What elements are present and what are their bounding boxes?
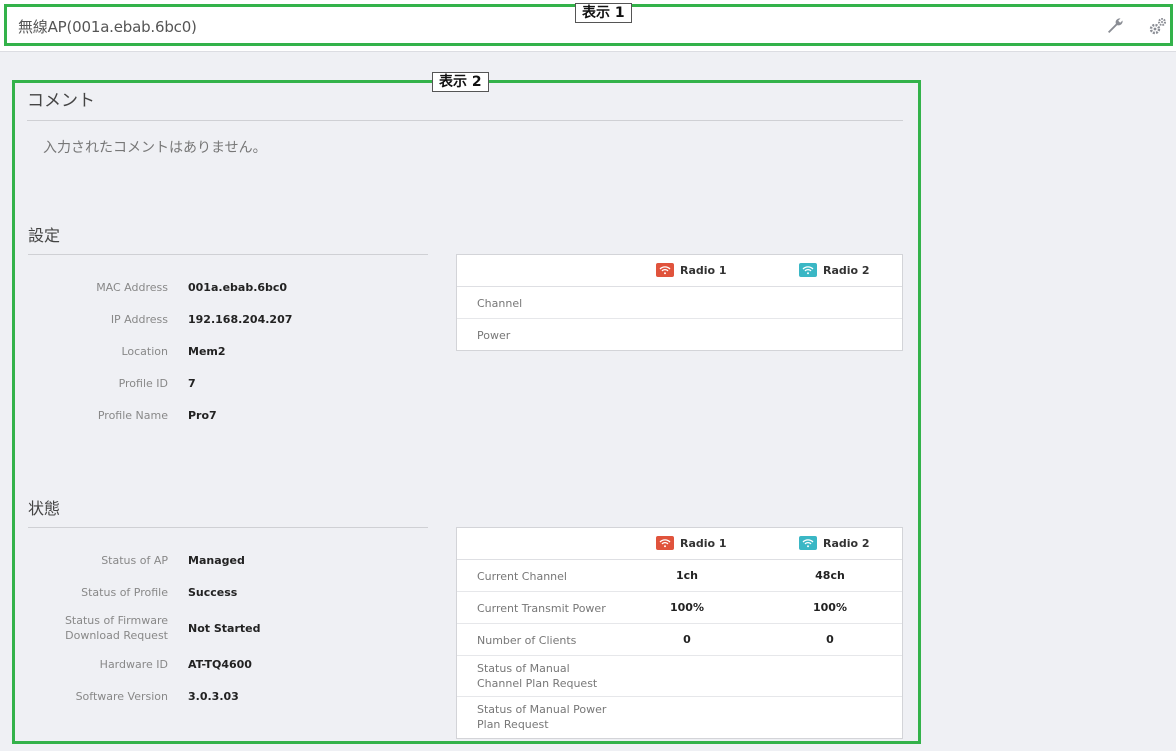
comment-text: 入力されたコメントはありません。 — [43, 140, 267, 156]
status-of-ap-label: Status of AP — [101, 554, 168, 567]
radio-table-header: Radio 1 Radio 2 — [457, 528, 902, 560]
radio-1-label: Radio 1 — [680, 536, 727, 550]
wifi-icon — [799, 263, 817, 277]
table-row: Current Transmit Power 100% 100% — [457, 592, 902, 624]
comment-heading: コメント — [27, 91, 95, 111]
radio-2-power-value: 100% — [813, 601, 847, 614]
table-row: Number of Clients 0 0 — [457, 624, 902, 656]
status-of-ap-value: Managed — [188, 554, 245, 567]
profile-name-label: Profile Name — [97, 409, 168, 422]
table-row: Channel — [457, 287, 902, 319]
divider — [28, 254, 428, 255]
profile-id-label: Profile ID — [118, 377, 168, 390]
callout-label-1: 表示 1 — [575, 3, 632, 23]
firmware-status-label: Status of Firmware Download Request — [64, 614, 168, 642]
settings-heading: 設定 — [28, 226, 61, 245]
location-value: Mem2 — [188, 345, 226, 358]
radio-1-header: Radio 1 — [656, 263, 727, 277]
radio-1-clients-value: 0 — [683, 633, 691, 646]
firmware-status-value: Not Started — [188, 622, 261, 635]
radio-1-label: Radio 1 — [680, 263, 727, 277]
hardware-id-label: Hardware ID — [99, 658, 168, 671]
software-version-value: 3.0.3.03 — [188, 690, 239, 703]
transmit-power-label: Current Transmit Power — [477, 602, 606, 615]
wifi-icon — [799, 536, 817, 550]
ip-address-value: 192.168.204.207 — [188, 313, 293, 326]
radio-1-power-value: 100% — [670, 601, 704, 614]
radio-1-header: Radio 1 — [656, 536, 727, 550]
mac-address-value: 001a.ebab.6bc0 — [188, 281, 288, 294]
current-channel-label: Current Channel — [477, 570, 567, 583]
status-of-profile-label: Status of Profile — [81, 586, 168, 599]
table-row: Status of Manual Power Plan Request — [457, 697, 902, 738]
radio-2-channel-value: 48ch — [815, 569, 845, 582]
divider — [28, 527, 428, 528]
radio-2-clients-value: 0 — [826, 633, 834, 646]
status-of-profile-value: Success — [188, 586, 238, 599]
radio-1-channel-value: 1ch — [675, 569, 698, 582]
ip-address-label: IP Address — [110, 313, 168, 326]
callout-label-2: 表示 2 — [432, 72, 489, 92]
software-version-label: Software Version — [75, 690, 168, 703]
power-label: Power — [477, 329, 511, 342]
radio-2-label: Radio 2 — [823, 263, 870, 277]
radio-2-header: Radio 2 — [799, 536, 870, 550]
hardware-id-value: AT-TQ4600 — [188, 658, 252, 671]
status-heading: 状態 — [28, 499, 61, 518]
table-row: Current Channel 1ch 48ch — [457, 560, 902, 592]
settings-radio-table: Radio 1 Radio 2 Channel Power — [456, 254, 903, 351]
channel-label: Channel — [477, 297, 523, 310]
location-label: Location — [121, 345, 168, 358]
radio-table-header: Radio 1 Radio 2 — [457, 255, 902, 287]
mac-address-label: MAC Address — [96, 281, 168, 294]
wifi-icon — [656, 263, 674, 277]
wifi-icon — [656, 536, 674, 550]
radio-2-label: Radio 2 — [823, 536, 870, 550]
table-row: Power — [457, 319, 902, 350]
status-radio-table: Radio 1 Radio 2 Current Channel 1ch 48ch… — [456, 527, 903, 739]
profile-id-value: 7 — [188, 377, 196, 390]
clients-label: Number of Clients — [477, 634, 577, 647]
radio-2-header: Radio 2 — [799, 263, 870, 277]
manual-channel-plan-label: Status of Manual Channel Plan Request — [477, 662, 598, 690]
divider — [27, 120, 903, 121]
profile-name-value: Pro7 — [188, 409, 217, 422]
table-row: Status of Manual Channel Plan Request — [457, 656, 902, 697]
manual-power-plan-label: Status of Manual Power Plan Request — [477, 703, 607, 731]
